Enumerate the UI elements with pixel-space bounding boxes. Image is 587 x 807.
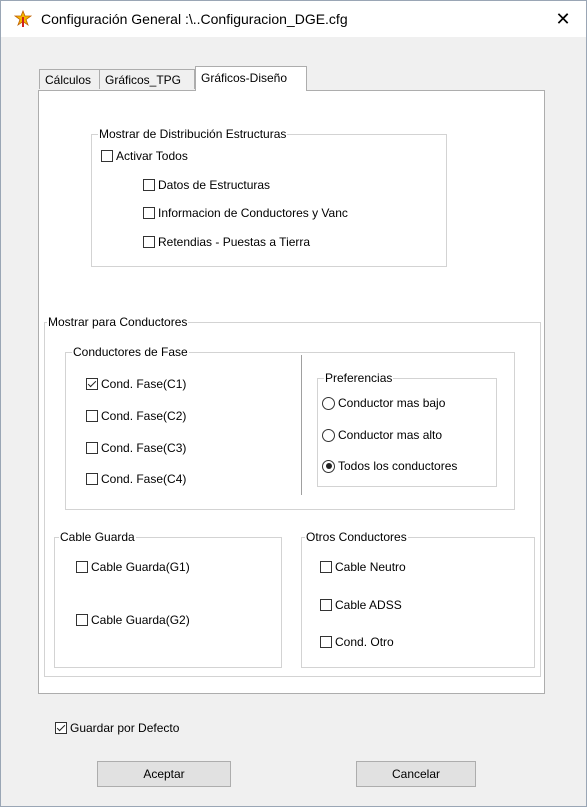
tab-label: Cálculos: [45, 73, 92, 87]
radio-label: Conductor mas bajo: [338, 396, 446, 410]
tab-label: Gráficos-Diseño: [201, 71, 288, 85]
group-title: Conductores de Fase: [72, 345, 189, 359]
checkbox-label: Cond. Fase(C1): [101, 377, 187, 391]
checkbox-box[interactable]: [76, 614, 88, 626]
group-title: Preferencias: [324, 371, 394, 385]
checkbox-cond-fase-c1[interactable]: Cond. Fase(C1): [86, 377, 186, 391]
checkbox-label: Cond. Fase(C2): [101, 409, 187, 423]
checkbox-cable-neutro[interactable]: Cable Neutro: [320, 560, 406, 574]
accept-button[interactable]: Aceptar: [97, 761, 231, 787]
checkbox-label: Informacion de Conductores y Vanc: [158, 206, 348, 220]
checkbox-informacion-conductores[interactable]: Informacion de Conductores y Vanc: [143, 206, 348, 220]
checkbox-label: Cable ADSS: [335, 598, 402, 612]
checkbox-guardar-por-defecto[interactable]: Guardar por Defecto: [55, 721, 179, 735]
checkbox-label: Activar Todos: [116, 149, 188, 163]
checkbox-label: Cable Neutro: [335, 560, 406, 574]
tab-calculos[interactable]: Cálculos: [39, 69, 100, 89]
close-icon: ✕: [555, 8, 571, 29]
radio-todos-conductores[interactable]: Todos los conductores: [322, 459, 457, 473]
checkbox-cable-guarda-g1[interactable]: Cable Guarda(G1): [76, 560, 190, 574]
checkbox-box[interactable]: [86, 473, 98, 485]
tab-panel-graficos-diseno: Mostrar de Distribución Estructuras Acti…: [38, 90, 545, 694]
group-cable-guarda: Cable Guarda: [54, 530, 282, 668]
checkbox-cable-adss[interactable]: Cable ADSS: [320, 598, 402, 612]
checkbox-box[interactable]: [143, 236, 155, 248]
checkbox-retendias-puestas-tierra[interactable]: Retendias - Puestas a Tierra: [143, 235, 310, 249]
checkbox-label: Guardar por Defecto: [70, 721, 180, 735]
vertical-separator: [301, 355, 302, 495]
title-bar[interactable]: Configuración General :\..Configuracion_…: [1, 1, 586, 37]
group-title: Mostrar de Distribución Estructuras: [98, 127, 288, 141]
tab-graficos-tpg[interactable]: Gráficos_TPG: [99, 69, 195, 89]
checkbox-cond-fase-c3[interactable]: Cond. Fase(C3): [86, 441, 186, 455]
checkbox-box[interactable]: [55, 722, 67, 734]
checkbox-label: Cond. Fase(C3): [101, 441, 187, 455]
tab-graficos-diseno[interactable]: Gráficos-Diseño: [195, 66, 307, 91]
checkbox-label: Cable Guarda(G1): [91, 560, 190, 574]
radio-conductor-mas-bajo[interactable]: Conductor mas bajo: [322, 396, 445, 410]
checkbox-box[interactable]: [86, 410, 98, 422]
checkbox-box[interactable]: [143, 179, 155, 191]
window-title: Configuración General :\..Configuracion_…: [41, 11, 348, 27]
checkbox-box[interactable]: [320, 561, 332, 573]
checkbox-label: Cond. Fase(C4): [101, 472, 187, 486]
group-title: Cable Guarda: [59, 530, 136, 544]
checkbox-label: Cond. Otro: [335, 635, 394, 649]
app-icon: [13, 9, 33, 28]
tab-label: Gráficos_TPG: [105, 73, 182, 87]
group-title: Otros Conductores: [305, 530, 408, 544]
checkbox-box[interactable]: [86, 378, 98, 390]
checkbox-cond-otro[interactable]: Cond. Otro: [320, 635, 394, 649]
radio-label: Todos los conductores: [338, 459, 458, 473]
cancel-button[interactable]: Cancelar: [356, 761, 476, 787]
radio-circle[interactable]: [322, 396, 335, 410]
radio-label: Conductor mas alto: [338, 428, 443, 442]
checkbox-label: Cable Guarda(G2): [91, 613, 190, 627]
checkbox-cond-fase-c4[interactable]: Cond. Fase(C4): [86, 472, 186, 486]
checkbox-activar-todos[interactable]: Activar Todos: [101, 149, 188, 163]
checkbox-box[interactable]: [143, 207, 155, 219]
close-button[interactable]: ✕: [540, 1, 586, 37]
checkbox-box[interactable]: [86, 442, 98, 454]
checkbox-cond-fase-c2[interactable]: Cond. Fase(C2): [86, 409, 186, 423]
radio-conductor-mas-alto[interactable]: Conductor mas alto: [322, 428, 442, 442]
checkbox-box[interactable]: [76, 561, 88, 573]
checkbox-box[interactable]: [320, 636, 332, 648]
checkbox-label: Datos de Estructuras: [158, 178, 271, 192]
checkbox-cable-guarda-g2[interactable]: Cable Guarda(G2): [76, 613, 190, 627]
group-title: Mostrar para Conductores: [47, 315, 189, 329]
checkbox-box[interactable]: [320, 599, 332, 611]
checkbox-datos-estructuras[interactable]: Datos de Estructuras: [143, 178, 270, 192]
radio-circle[interactable]: [322, 428, 335, 442]
checkbox-box[interactable]: [101, 150, 113, 162]
radio-circle[interactable]: [322, 459, 335, 473]
checkbox-label: Retendias - Puestas a Tierra: [158, 235, 311, 249]
